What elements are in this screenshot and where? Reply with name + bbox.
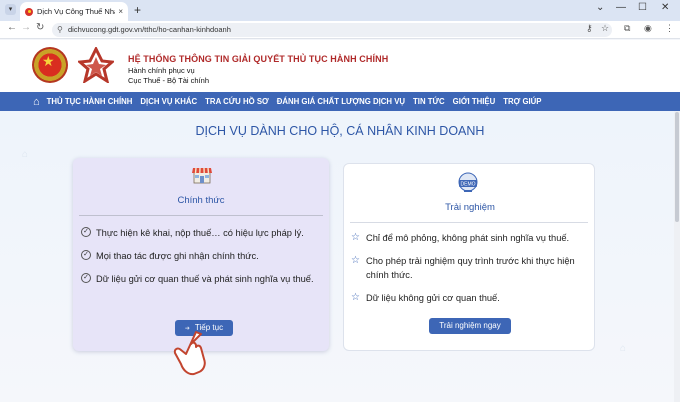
site-info-icon[interactable]: ⚲ <box>57 23 63 37</box>
list-item: ☆ Cho phép trải nghiệm quy trình trước k… <box>351 255 575 280</box>
menu-item-lookup[interactable]: TRA CỨU HỒ SƠ <box>205 97 269 106</box>
list-item: ✓ Thực hiện kê khai, nộp thuế… có hiệu l… <box>81 226 327 240</box>
menu-item-about[interactable]: GIỚI THIỆU <box>453 97 496 106</box>
site-agency: Cục Thuế - Bộ Tài chính <box>128 76 210 85</box>
divider <box>79 215 323 216</box>
main-menu: ⌂ THỦ TỤC HÀNH CHÍNH DỊCH VỤ KHÁC TRA CỨ… <box>0 92 680 111</box>
sparkle-icon: ☆ <box>351 255 360 266</box>
menu-item-administrative-procedures[interactable]: THỦ TỤC HÀNH CHÍNH <box>47 97 133 106</box>
site-subtitle: Hành chính phục vụ <box>128 66 195 75</box>
tax-department-logo-icon <box>78 47 114 83</box>
list-item: ☆ Chỉ để mô phỏng, không phát sinh nghĩa… <box>351 232 570 243</box>
back-arrow-icon[interactable]: ← <box>7 22 17 33</box>
demo-icon-text: DEMO <box>461 182 476 188</box>
official-card-title: Chính thức <box>177 195 225 206</box>
new-tab-button[interactable]: + <box>134 3 141 17</box>
menu-item-help[interactable]: TRỢ GIÚP <box>503 97 541 106</box>
url-text: dichvucong.gdt.gov.vn/tthc/ho-canhan-kin… <box>68 25 231 34</box>
trial-service-card[interactable]: DEMO Trải nghiệm ☆ Chỉ để mô phỏng, khôn… <box>343 163 595 351</box>
watermark-icon: ⌂ <box>620 343 627 354</box>
official-service-card[interactable]: Chính thức ✓ Thực hiện kê khai, nộp thuế… <box>73 158 329 351</box>
menu-item-other-services[interactable]: DỊCH VỤ KHÁC <box>140 97 197 106</box>
browser-tab-bar: ▾ Dịch Vụ Công Thuế Nhà Nước × + ⌄ — ☐ ✕ <box>0 0 680 21</box>
main-content: ⌂ ⌂ ⌂ DỊCH VỤ DÀNH CHO HỘ, CÁ NHÂN KINH … <box>0 111 680 402</box>
minimize-button[interactable]: — <box>616 2 626 13</box>
page-heading: DỊCH VỤ DÀNH CHO HỘ, CÁ NHÂN KINH DOANH <box>195 124 485 138</box>
site-header: HỆ THỐNG THÔNG TIN GIẢI QUYẾT THỦ TỤC HÀ… <box>0 40 680 92</box>
maximize-button[interactable]: ☐ <box>638 2 647 13</box>
profile-icon[interactable]: ◉ <box>644 23 652 34</box>
extensions-icon[interactable]: ⧉ <box>624 23 630 34</box>
check-circle-icon: ✓ <box>81 273 91 283</box>
browser-toolbar: ← → ↻ ⚲ dichvucong.gdt.gov.vn/tthc/ho-ca… <box>0 21 680 39</box>
sparkle-icon: ☆ <box>351 292 360 303</box>
sparkle-icon: ☆ <box>351 232 360 243</box>
address-bar[interactable]: ⚲ dichvucong.gdt.gov.vn/tthc/ho-canhan-k… <box>52 23 612 37</box>
list-item: ☆ Dữ liệu không gửi cơ quan thuế. <box>351 292 500 303</box>
watermark-icon: ⌂ <box>22 149 29 160</box>
menu-item-service-rating[interactable]: ĐÁNH GIÁ CHẤT LƯỢNG DỊCH VỤ <box>277 97 405 106</box>
tab-title: Dịch Vụ Công Thuế Nhà Nước <box>37 7 115 16</box>
home-icon[interactable]: ⌂ <box>33 96 40 108</box>
trial-card-title: Trải nghiệm <box>445 202 495 213</box>
close-window-button[interactable]: ✕ <box>661 2 669 13</box>
bookmark-star-icon[interactable]: ☆ <box>601 23 609 34</box>
scrollbar-thumb[interactable] <box>675 112 679 222</box>
site-favicon-icon <box>25 7 33 16</box>
forward-arrow-icon[interactable]: → <box>21 22 31 33</box>
demo-icon: DEMO <box>458 172 478 192</box>
tab-list-icon[interactable]: ⌄ <box>596 2 604 13</box>
browser-tab[interactable]: Dịch Vụ Công Thuế Nhà Nước × <box>20 2 128 21</box>
pointing-hand-icon <box>173 331 206 376</box>
tab-close-icon[interactable]: × <box>118 7 123 16</box>
shop-icon <box>192 167 212 184</box>
reload-icon[interactable]: ↻ <box>36 22 44 33</box>
check-circle-icon: ✓ <box>81 250 91 260</box>
try-now-button[interactable]: Trải nghiệm ngay <box>429 318 511 334</box>
list-item: ✓ Dữ liệu gửi cơ quan thuế và phát sinh … <box>81 272 327 286</box>
site-title: HỆ THỐNG THÔNG TIN GIẢI QUYẾT THỦ TỤC HÀ… <box>128 54 389 64</box>
browser-menu-icon[interactable]: ⋮ <box>665 23 674 34</box>
national-emblem-icon <box>32 47 68 83</box>
list-item: ✓ Mọi thao tác được ghi nhận chính thức. <box>81 249 327 263</box>
check-circle-icon: ✓ <box>81 227 91 237</box>
menu-item-news[interactable]: TIN TỨC <box>413 97 445 106</box>
divider <box>350 222 588 223</box>
tab-search-icon[interactable]: ▾ <box>5 4 16 15</box>
password-key-icon[interactable]: ⚷ <box>586 23 593 34</box>
